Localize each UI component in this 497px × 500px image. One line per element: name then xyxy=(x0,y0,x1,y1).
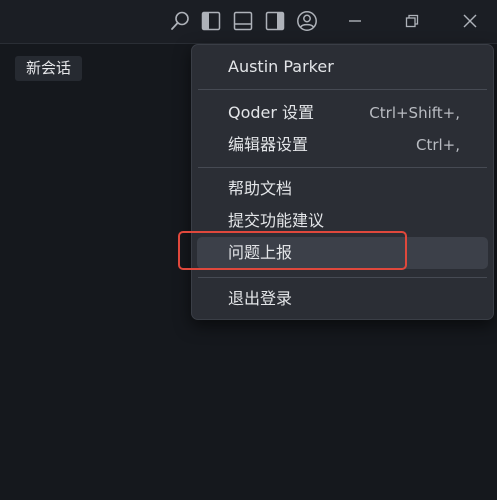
menu-item-label: 帮助文档 xyxy=(228,179,293,198)
title-bar xyxy=(0,0,497,44)
toggle-primary-sidebar-icon[interactable] xyxy=(199,9,223,33)
search-icon[interactable] xyxy=(168,9,192,33)
menu-separator xyxy=(198,277,487,278)
highlight-outline xyxy=(178,231,407,270)
menu-separator xyxy=(198,167,487,168)
menu-item-qoder-settings[interactable]: Qoder 设置 Ctrl+Shift+, xyxy=(197,97,488,129)
menu-separator xyxy=(198,89,487,90)
user-name-label: Austin Parker xyxy=(228,57,334,76)
menu-item-shortcut: Ctrl+Shift+, xyxy=(369,104,460,122)
new-chat-tab[interactable]: 新会话 xyxy=(15,56,83,81)
toggle-panel-icon[interactable] xyxy=(231,9,255,33)
menu-item-logout[interactable]: 退出登录 xyxy=(197,283,488,315)
menu-item-label: 编辑器设置 xyxy=(228,135,309,154)
account-icon[interactable] xyxy=(295,9,319,33)
close-icon[interactable] xyxy=(458,9,482,33)
restore-icon[interactable] xyxy=(400,9,424,33)
account-user-name: Austin Parker xyxy=(197,51,488,83)
menu-item-shortcut: Ctrl+, xyxy=(415,136,460,154)
menu-item-editor-settings[interactable]: 编辑器设置 Ctrl+, xyxy=(197,129,488,161)
toggle-secondary-sidebar-icon[interactable] xyxy=(263,9,287,33)
account-menu: Austin Parker Qoder 设置 Ctrl+Shift+, 编辑器设… xyxy=(191,44,494,320)
menu-item-help-docs[interactable]: 帮助文档 xyxy=(197,173,488,205)
minimize-icon[interactable] xyxy=(343,9,367,33)
menu-item-label: 退出登录 xyxy=(228,289,293,308)
menu-item-label: Qoder 设置 xyxy=(228,103,315,122)
